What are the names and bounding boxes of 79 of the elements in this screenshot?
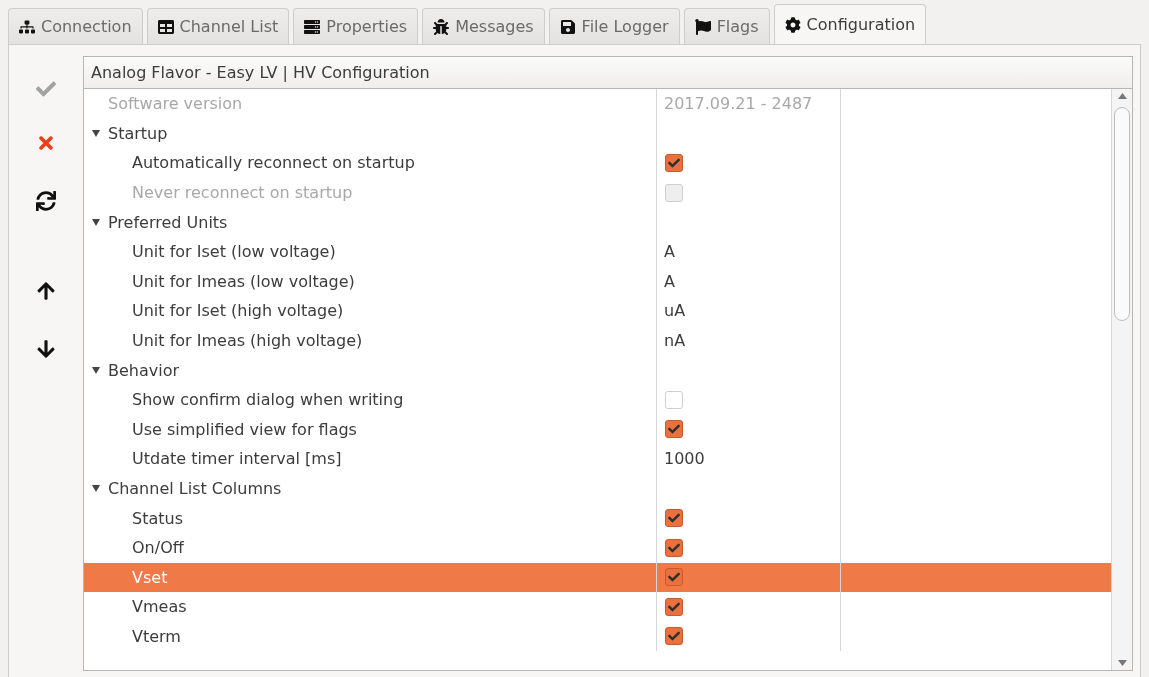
tree-row[interactable]: Startup	[84, 118, 1111, 149]
setting-label: Unit for Iset (low voltage)	[132, 242, 336, 262]
move-down-button[interactable]	[36, 339, 56, 359]
checkbox[interactable]	[665, 538, 683, 557]
setting-value: uA	[663, 301, 686, 321]
tab[interactable]: File Logger	[548, 8, 680, 44]
tree-row[interactable]: Unit for Iset (low voltage) A	[84, 236, 1111, 267]
setting-label: Show confirm dialog when writing	[132, 390, 404, 410]
scroll-down-icon[interactable]	[1117, 660, 1127, 666]
tab[interactable]: Configuration	[773, 4, 927, 44]
tab[interactable]: Connection	[8, 8, 143, 44]
server-icon	[304, 18, 321, 35]
checkbox[interactable]	[665, 627, 683, 646]
tree-row[interactable]: Show confirm dialog when writing	[84, 384, 1111, 415]
expand-arrow-icon[interactable]	[92, 485, 100, 492]
discard-button[interactable]	[36, 133, 56, 153]
setting-label: Unit for Iset (high voltage)	[132, 301, 344, 321]
checkbox[interactable]	[665, 509, 683, 528]
expand-arrow-icon[interactable]	[92, 366, 100, 374]
setting-label: Unit for Imeas (low voltage)	[132, 271, 355, 291]
tree-row[interactable]: Unit for Imeas (high voltage) nA	[84, 325, 1111, 356]
setting-label: Never reconnect on startup	[132, 183, 353, 203]
group-label: Preferred Units	[108, 212, 228, 232]
tree-row[interactable]: Channel List Columns	[84, 473, 1111, 504]
group-label: Channel List Columns	[108, 479, 282, 498]
tab[interactable]: Channel List	[146, 8, 290, 44]
group-label: Behavior	[108, 360, 180, 380]
tree-header: Analog Flavor - Easy LV | HV Configuration	[84, 57, 1132, 89]
setting-value: A	[663, 242, 675, 262]
setting-label: Utdate timer interval [ms]	[132, 449, 342, 469]
refresh-icon	[36, 191, 56, 211]
tree-row[interactable]: Behavior	[84, 355, 1111, 385]
setting-value: 1000	[663, 449, 705, 469]
tab[interactable]: Messages	[422, 8, 545, 44]
expand-arrow-icon[interactable]	[92, 218, 100, 226]
setting-label: Vset	[132, 567, 168, 587]
scrollbar[interactable]	[1111, 89, 1132, 670]
close-icon	[36, 133, 56, 153]
grid-icon	[157, 18, 174, 35]
move-up-button[interactable]	[36, 281, 56, 301]
checkbox[interactable]	[665, 597, 683, 616]
tree-row[interactable]: Unit for Iset (high voltage) uA	[84, 296, 1111, 326]
check-icon	[36, 79, 56, 99]
setting-label: Automatically reconnect on startup	[132, 153, 415, 173]
setting-label: Software version	[108, 94, 243, 114]
setting-label: Vmeas	[132, 597, 187, 617]
setting-value: nA	[663, 331, 686, 351]
tree-row[interactable]: Automatically reconnect on startup	[84, 148, 1111, 178]
arrow-down-icon	[36, 339, 56, 359]
reload-button[interactable]	[36, 191, 56, 211]
scrollbar-thumb[interactable]	[1114, 107, 1130, 321]
checkbox[interactable]	[665, 154, 683, 172]
checkbox[interactable]	[665, 420, 683, 439]
tree-row[interactable]: Use simplified view for flags	[84, 414, 1111, 445]
bug-icon	[433, 18, 450, 35]
tab[interactable]: Flags	[683, 8, 770, 44]
setting-label: Use simplified view for flags	[132, 419, 357, 439]
expand-arrow-icon[interactable]	[92, 129, 100, 137]
setting-value: A	[663, 271, 675, 291]
tree-row[interactable]: On/Off	[84, 532, 1111, 563]
checkbox[interactable]	[665, 568, 683, 587]
tree-row[interactable]: Preferred Units	[84, 207, 1111, 237]
group-label: Startup	[108, 123, 168, 143]
setting-label: Unit for Imeas (high voltage)	[132, 331, 363, 351]
tree-row[interactable]: Vmeas	[84, 592, 1111, 622]
setting-label: Vterm	[132, 627, 181, 646]
setting-label: On/Off	[132, 538, 184, 558]
setting-label: Status	[132, 508, 183, 528]
hierarchy-icon	[19, 18, 35, 35]
gear-icon	[784, 16, 801, 33]
tree-row[interactable]: Status	[84, 503, 1111, 533]
flag-icon	[694, 18, 711, 35]
tab[interactable]: Properties	[293, 8, 419, 44]
tree-row[interactable]: Unit for Imeas (low voltage) A	[84, 266, 1111, 297]
setting-value: 2017.09.21 - 2487	[663, 94, 813, 114]
tree-row[interactable]: Vterm	[84, 621, 1111, 652]
tree-row[interactable]: Utdate timer interval [ms] 1000	[84, 444, 1111, 474]
scroll-up-icon[interactable]	[1117, 93, 1127, 99]
arrow-up-icon	[36, 281, 56, 301]
